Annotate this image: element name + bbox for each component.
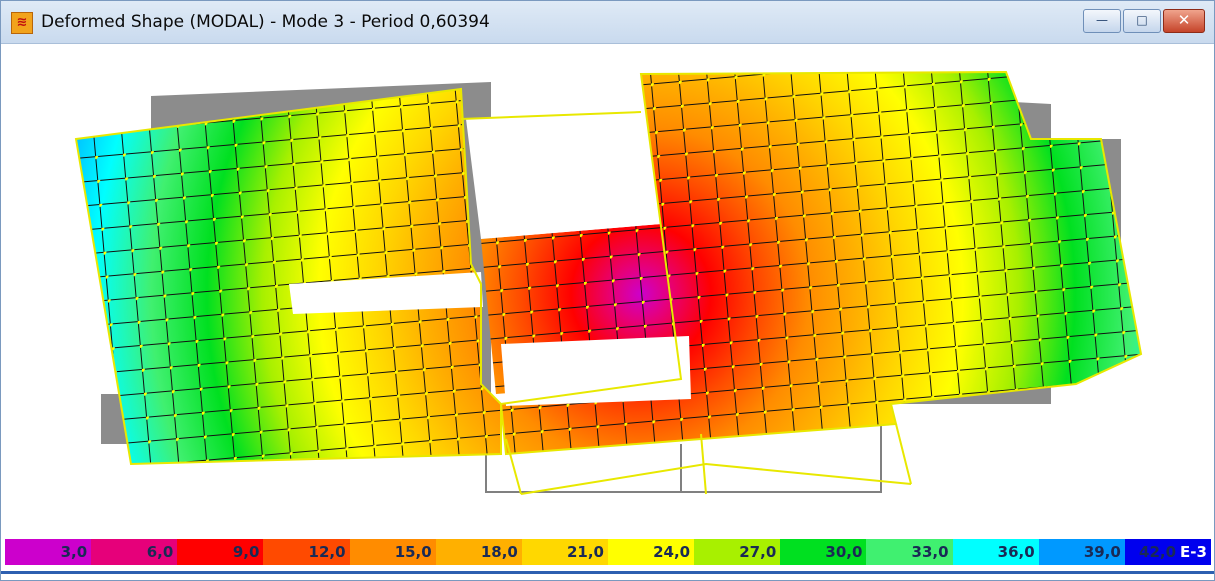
- title-bar[interactable]: ≋ Deformed Shape (MODAL) - Mode 3 - Peri…: [1, 1, 1214, 44]
- legend-segment: 39,0: [1038, 539, 1125, 565]
- legend-segment: 18,0: [435, 539, 522, 565]
- window-title: Deformed Shape (MODAL) - Mode 3 - Period…: [41, 12, 490, 32]
- status-border: [1, 571, 1214, 574]
- legend-segment: 27,0: [694, 539, 781, 565]
- legend-label: 30,0: [825, 543, 863, 561]
- minimize-button[interactable]: —: [1083, 9, 1121, 33]
- legend-label: 21,0: [566, 543, 604, 561]
- deformed-shape-plot[interactable]: [1, 44, 1214, 532]
- close-button[interactable]: ✕: [1163, 9, 1205, 33]
- deformed-shape-window: ≋ Deformed Shape (MODAL) - Mode 3 - Peri…: [0, 0, 1215, 581]
- legend-segment: 33,0: [866, 539, 953, 565]
- legend-segment: 36,0: [952, 539, 1039, 565]
- legend-segment: 21,0: [521, 539, 608, 565]
- contour-legend: 3,0 6,0 9,0 12,0 15,0 18,0 21,0 24,0 27,0 30,0 33,…: [5, 539, 1211, 565]
- app-logo-icon: ≋: [11, 12, 33, 34]
- legend-segment: 12,0: [263, 539, 350, 565]
- legend-segment: 6,0: [91, 539, 178, 565]
- legend-label: 12,0: [308, 543, 346, 561]
- legend-exponent-label: E-3: [1180, 543, 1207, 561]
- legend-segment: 42,0 E-3: [1124, 539, 1211, 565]
- model-canvas[interactable]: [1, 44, 1214, 532]
- legend-label: 42,0: [1139, 543, 1177, 561]
- legend-label: 27,0: [739, 543, 777, 561]
- legend-segment: 30,0: [780, 539, 867, 565]
- legend-segment: 15,0: [349, 539, 436, 565]
- legend-label: 6,0: [146, 543, 174, 561]
- legend-label: 3,0: [60, 543, 88, 561]
- legend-label: 18,0: [480, 543, 518, 561]
- legend-label: 39,0: [1083, 543, 1121, 561]
- legend-segment: 24,0: [607, 539, 695, 565]
- legend-label: 24,0: [653, 543, 691, 561]
- legend-label: 15,0: [394, 543, 432, 561]
- legend-label: 9,0: [232, 543, 260, 561]
- legend-segment: 3,0: [5, 539, 92, 565]
- maximize-button[interactable]: □: [1123, 9, 1161, 33]
- legend-segment: 9,0: [177, 539, 264, 565]
- legend-label: 33,0: [911, 543, 949, 561]
- deformed-mesh: [76, 72, 1141, 464]
- legend-label: 36,0: [997, 543, 1035, 561]
